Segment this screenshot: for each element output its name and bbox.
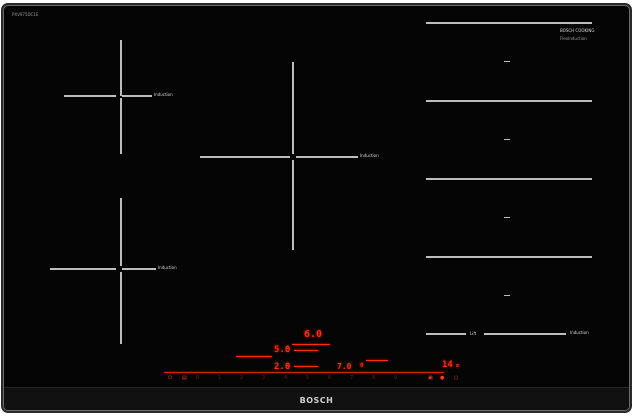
zone3-horizontal-right xyxy=(122,268,156,270)
bottom-trim: BOSCH xyxy=(4,387,629,410)
flex-zone-line-5a xyxy=(426,333,466,335)
flex-induction-sublabel: FlexInduction xyxy=(560,36,587,41)
timer-display[interactable]: 7.0 xyxy=(337,362,351,371)
zone3-label: Induction xyxy=(158,265,177,270)
wipe-protect-icon[interactable]: ● xyxy=(440,375,444,381)
zone3-horizontal-line xyxy=(50,268,116,270)
flex-zone-sublabel: Lift xyxy=(470,331,477,336)
zone3-vertical-line xyxy=(120,198,122,266)
timer-bar xyxy=(366,360,388,361)
flex-zone-line-4 xyxy=(426,256,592,258)
flex-zone-line-1 xyxy=(426,22,592,24)
power-scale-step[interactable]: 5 xyxy=(306,375,309,381)
power-scale-step[interactable]: 9 xyxy=(394,375,397,381)
flex-zone-line-3 xyxy=(426,178,592,180)
flex-zone-tick-4 xyxy=(504,295,510,296)
display-bar-left xyxy=(236,356,272,357)
cooktop-surface: PXV975DC1E Induction Induction Induction… xyxy=(4,6,629,410)
zone2-horizontal-right xyxy=(296,156,358,158)
flex-zone-line-2 xyxy=(426,100,592,102)
zone2-vertical-line xyxy=(292,62,294,154)
right-reading-unit: m xyxy=(456,363,460,369)
power-scale-step[interactable]: 6 xyxy=(328,375,331,381)
power-scale: 0 1 2 3 4 5 6 7 8 9 xyxy=(196,375,416,383)
flex-zone-tick-3 xyxy=(504,217,510,218)
power-scale-step[interactable]: 3 xyxy=(262,375,265,381)
power-scale-step[interactable]: 7 xyxy=(350,375,353,381)
zone2-label: Induction xyxy=(360,153,379,158)
display-bar-mid xyxy=(294,350,318,351)
model-label: PXV975DC1E xyxy=(12,12,39,17)
power-level-lower[interactable]: 2.0 xyxy=(274,362,290,372)
power-level-top[interactable]: 6.0 xyxy=(304,329,322,340)
zone1-vertical-line xyxy=(120,40,122,96)
bosch-brand-logo: BOSCH xyxy=(299,396,334,405)
zone1-horizontal-line xyxy=(64,95,116,97)
zone1-vertical-lower xyxy=(120,98,122,154)
display-bar-top xyxy=(292,344,330,345)
power-scale-step[interactable]: 1 xyxy=(218,375,221,381)
power-scale-bar[interactable] xyxy=(164,372,444,373)
flex-zone-tick-1 xyxy=(504,61,510,62)
flex-mode-icon[interactable]: ▤ xyxy=(182,375,187,381)
power-level-upper[interactable]: 5.0 xyxy=(274,345,290,355)
timer-suffix: 0 xyxy=(360,362,364,369)
power-scale-step[interactable]: 4 xyxy=(284,375,287,381)
flex-zone-tick-2 xyxy=(504,139,510,140)
settings-icon[interactable]: ○ xyxy=(454,375,458,381)
bosch-cooking-logo: BOSCH COOKING xyxy=(560,28,595,33)
flex-zone-line-5b xyxy=(484,333,566,335)
power-on-icon[interactable]: ⏻ xyxy=(168,375,172,381)
zone2-horizontal-line xyxy=(200,156,290,158)
zone3-vertical-lower xyxy=(120,272,122,344)
power-scale-step[interactable]: 2 xyxy=(240,375,243,381)
power-scale-step[interactable]: 0 xyxy=(196,375,199,381)
zone1-horizontal-right xyxy=(122,95,152,97)
power-scale-step[interactable]: 8 xyxy=(372,375,375,381)
right-reading[interactable]: 14 xyxy=(442,360,453,370)
display-bar-low xyxy=(294,366,318,367)
zone1-label: Induction xyxy=(154,92,173,97)
lock-icon[interactable]: ▣ xyxy=(428,375,433,381)
zone2-vertical-lower xyxy=(292,160,294,250)
flex-zone-label: Induction xyxy=(570,330,589,335)
